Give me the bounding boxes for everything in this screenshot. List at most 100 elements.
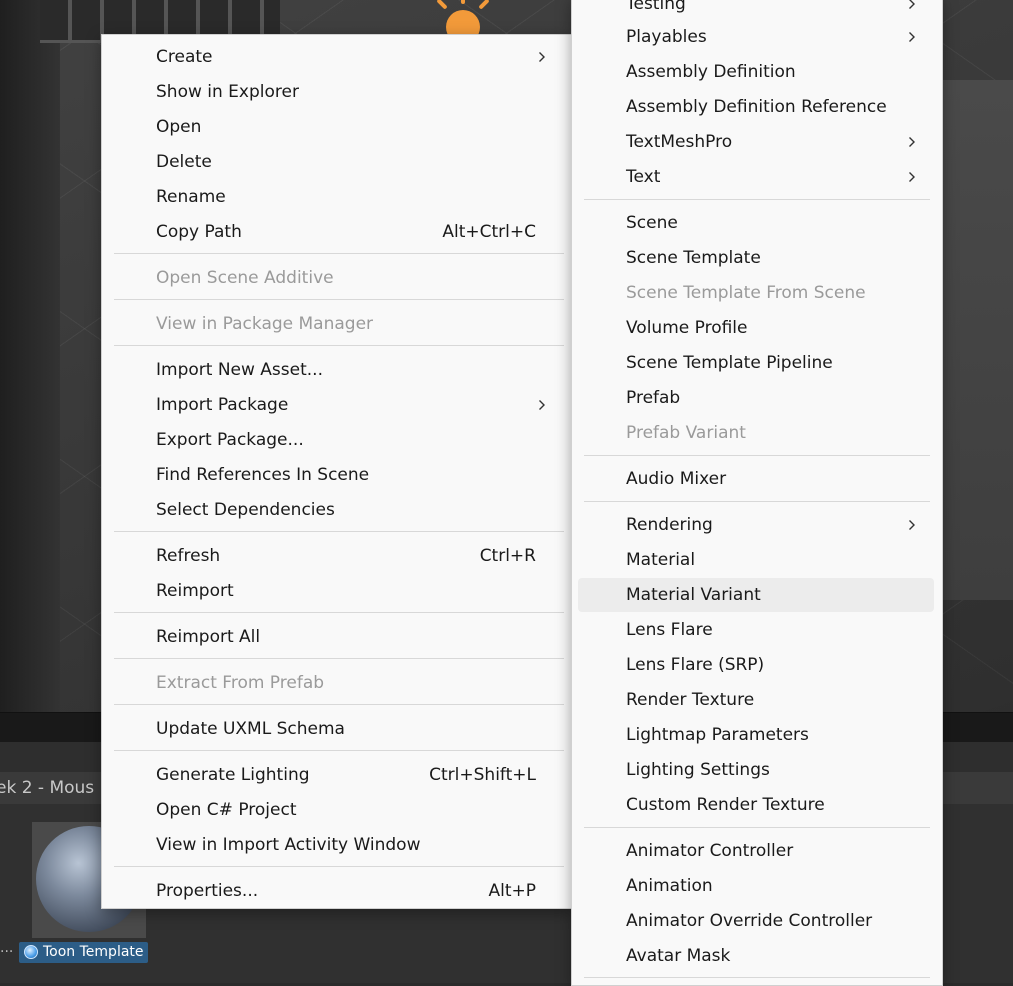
menu-item-view-in-package-manager[interactable]: View in Package Manager	[108, 307, 564, 341]
menu-item-delete[interactable]: Delete	[108, 145, 564, 179]
directional-light-icon[interactable]	[428, 0, 498, 38]
shortcut-text: Ctrl+Shift+L	[429, 765, 536, 785]
menu-item-export-package[interactable]: Export Package...	[108, 423, 564, 457]
menu-item-import-package[interactable]: Import Package	[108, 388, 564, 422]
menu-item-open[interactable]: Open	[108, 110, 564, 144]
material-icon	[24, 945, 38, 959]
menu-item-label: Select Dependencies	[156, 500, 335, 520]
chevron-right-icon	[908, 125, 920, 159]
menu-item-label: Scene Template	[626, 248, 761, 268]
menu-item-render-texture[interactable]: Render Texture	[578, 683, 934, 717]
menu-item-lens-flare[interactable]: Lens Flare	[578, 613, 934, 647]
menu-item-view-in-import-activity-window[interactable]: View in Import Activity Window	[108, 828, 564, 862]
menu-item-label: Find References In Scene	[156, 465, 370, 485]
menu-item-properties[interactable]: Properties... Alt+P	[108, 874, 564, 908]
menu-item-animator-override-controller[interactable]: Animator Override Controller	[578, 904, 934, 938]
menu-item-label: Volume Profile	[626, 318, 748, 338]
menu-item-import-new-asset[interactable]: Import New Asset...	[108, 353, 564, 387]
menu-item-extract-from-prefab[interactable]: Extract From Prefab	[108, 666, 564, 700]
menu-item-create[interactable]: Create	[108, 40, 564, 74]
menu-item-testing[interactable]: Testing	[578, 0, 934, 21]
menu-separator	[114, 750, 564, 751]
menu-item-text[interactable]: Text	[578, 160, 934, 194]
menu-item-generate-lighting[interactable]: Generate Lighting Ctrl+Shift+L	[108, 758, 564, 792]
menu-item-label: Assembly Definition Reference	[626, 97, 887, 117]
menu-separator	[114, 531, 564, 532]
menu-item-copy-path[interactable]: Copy Path Alt+Ctrl+C	[108, 215, 564, 249]
menu-item-reimport-all[interactable]: Reimport All	[108, 620, 564, 654]
create-submenu: Testing Playables Assembly Definition Assem…	[571, 0, 943, 986]
menu-item-audio-mixer[interactable]: Audio Mixer	[578, 462, 934, 496]
menu-item-label: Open C# Project	[156, 800, 297, 820]
menu-item-label: Extract From Prefab	[156, 673, 325, 693]
scene-wall-right	[943, 80, 1013, 600]
menu-item-textmeshpro[interactable]: TextMeshPro	[578, 125, 934, 159]
menu-item-label: Export Package...	[156, 430, 304, 450]
chevron-right-icon	[538, 388, 550, 422]
menu-item-label: Import Package	[156, 395, 289, 415]
menu-item-avatar-mask[interactable]: Avatar Mask	[578, 939, 934, 973]
menu-item-animator-controller[interactable]: Animator Controller	[578, 834, 934, 868]
menu-item-label: Text	[626, 167, 661, 187]
menu-item-material-variant[interactable]: Material Variant	[578, 578, 934, 612]
menu-separator	[584, 501, 930, 502]
chevron-right-icon	[908, 160, 920, 194]
chevron-right-icon	[908, 508, 920, 542]
menu-separator	[114, 704, 564, 705]
menu-separator	[114, 866, 564, 867]
menu-item-label: Animator Controller	[626, 841, 794, 861]
menu-item-label: Copy Path	[156, 222, 242, 242]
menu-item-label: Open Scene Additive	[156, 268, 334, 288]
chevron-right-icon	[908, 0, 920, 21]
menu-item-label: Reimport All	[156, 627, 261, 647]
menu-item-lens-flare-srp[interactable]: Lens Flare (SRP)	[578, 648, 934, 682]
menu-item-label: Lens Flare	[626, 620, 713, 640]
menu-item-find-references-in-scene[interactable]: Find References In Scene	[108, 458, 564, 492]
menu-item-label: Scene Template Pipeline	[626, 353, 833, 373]
menu-item-select-dependencies[interactable]: Select Dependencies	[108, 493, 564, 527]
menu-item-label: Testing	[626, 0, 686, 14]
menu-item-material[interactable]: Material	[578, 543, 934, 577]
menu-item-label: Lightmap Parameters	[626, 725, 809, 745]
menu-separator	[114, 345, 564, 346]
menu-item-label: View in Import Activity Window	[156, 835, 421, 855]
menu-item-label: Scene	[626, 213, 678, 233]
menu-separator	[114, 253, 564, 254]
chevron-right-icon	[538, 40, 550, 74]
menu-item-scene-template-pipeline[interactable]: Scene Template Pipeline	[578, 346, 934, 380]
menu-item-scene[interactable]: Scene	[578, 206, 934, 240]
menu-item-rename[interactable]: Rename	[108, 180, 564, 214]
menu-item-open-c-project[interactable]: Open C# Project	[108, 793, 564, 827]
menu-item-label: Open	[156, 117, 202, 137]
selected-asset-label[interactable]: Toon Template	[19, 942, 148, 963]
menu-item-custom-render-texture[interactable]: Custom Render Texture	[578, 788, 934, 822]
menu-item-reimport[interactable]: Reimport	[108, 574, 564, 608]
shortcut-text: Ctrl+R	[479, 546, 536, 566]
menu-item-label: Lighting Settings	[626, 760, 770, 780]
menu-item-update-uxml-schema[interactable]: Update UXML Schema	[108, 712, 564, 746]
menu-item-scene-template-from-scene[interactable]: Scene Template From Scene	[578, 276, 934, 310]
breadcrumb-text: ek 2 - Mous	[0, 778, 95, 798]
menu-item-volume-profile[interactable]: Volume Profile	[578, 311, 934, 345]
menu-item-label: Refresh	[156, 546, 221, 566]
menu-item-label: Create	[156, 47, 213, 67]
menu-item-assembly-definition-reference[interactable]: Assembly Definition Reference	[578, 90, 934, 124]
menu-item-show-in-explorer[interactable]: Show in Explorer	[108, 75, 564, 109]
menu-item-scene-template[interactable]: Scene Template	[578, 241, 934, 275]
chevron-right-icon	[908, 20, 920, 54]
menu-item-animation[interactable]: Animation	[578, 869, 934, 903]
menu-item-assembly-definition[interactable]: Assembly Definition	[578, 55, 934, 89]
menu-item-label: Rendering	[626, 515, 713, 535]
menu-item-rendering[interactable]: Rendering	[578, 508, 934, 542]
menu-item-label: Animator Override Controller	[626, 911, 873, 931]
menu-item-prefab-variant[interactable]: Prefab Variant	[578, 416, 934, 450]
menu-item-label: Update UXML Schema	[156, 719, 345, 739]
menu-item-lighting-settings[interactable]: Lighting Settings	[578, 753, 934, 787]
menu-item-label: Animation	[626, 876, 713, 896]
menu-item-open-scene-additive[interactable]: Open Scene Additive	[108, 261, 564, 295]
menu-item-playables[interactable]: Playables	[578, 20, 934, 54]
menu-item-prefab[interactable]: Prefab	[578, 381, 934, 415]
menu-item-lightmap-parameters[interactable]: Lightmap Parameters	[578, 718, 934, 752]
menu-item-refresh[interactable]: Refresh Ctrl+R	[108, 539, 564, 573]
shortcut-text: Alt+Ctrl+C	[442, 222, 536, 242]
